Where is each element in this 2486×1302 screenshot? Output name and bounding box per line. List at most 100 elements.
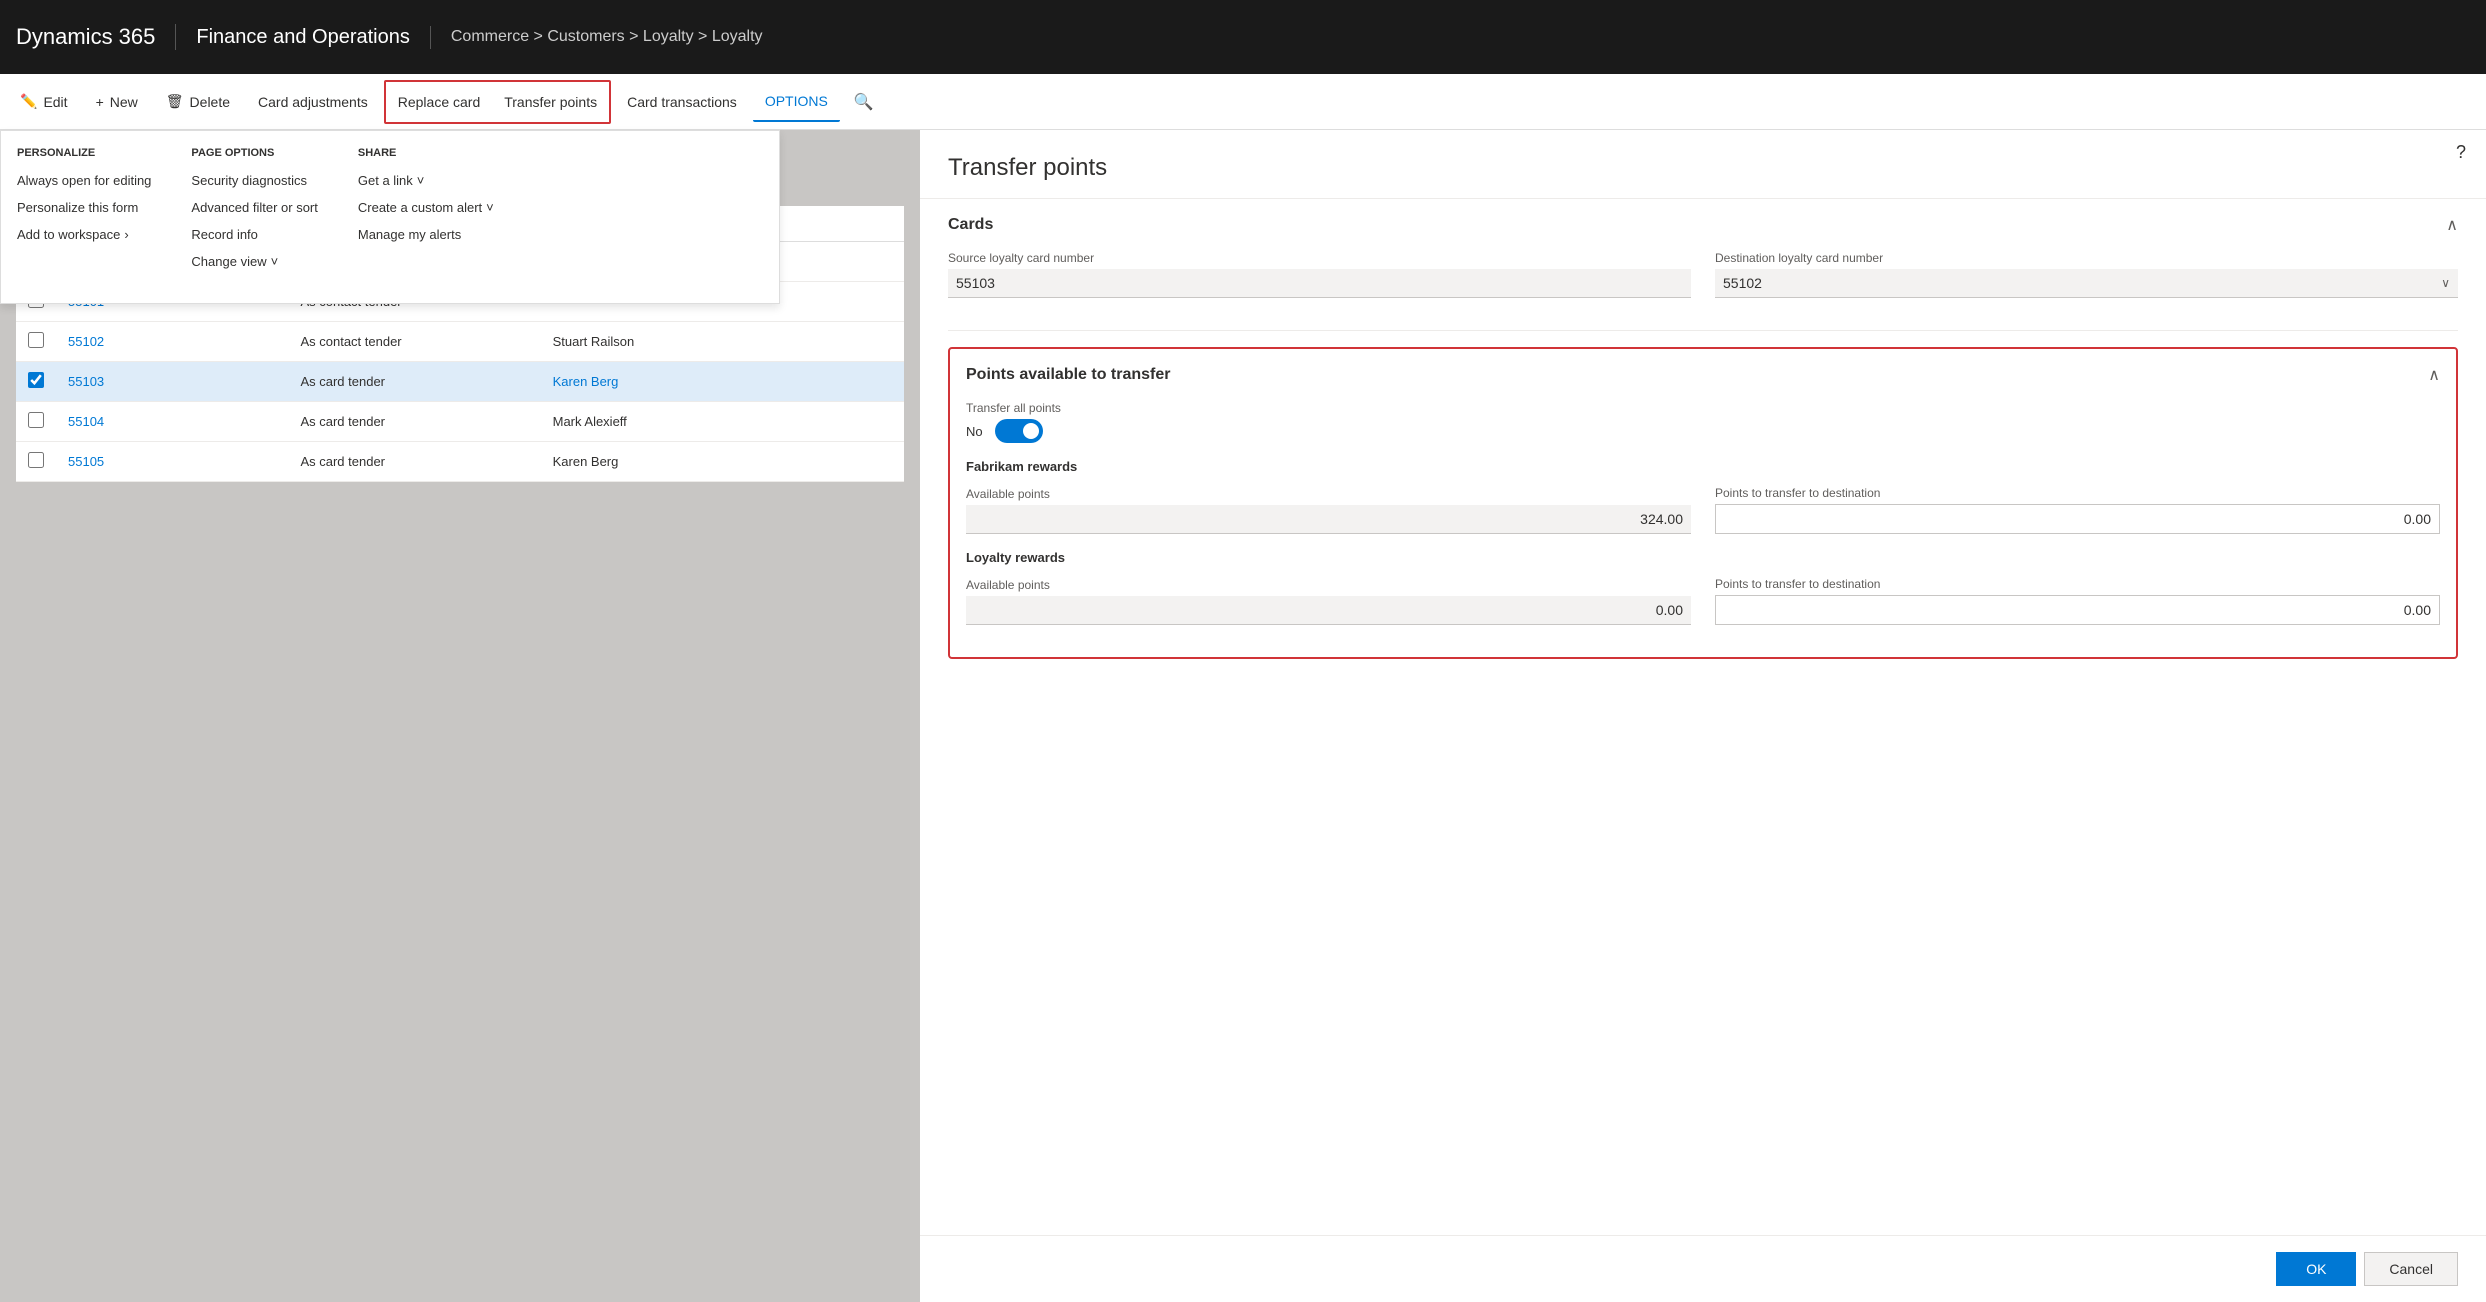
row-checkbox[interactable] bbox=[28, 452, 44, 468]
loyalty-transfer-label: Points to transfer to destination bbox=[1715, 577, 2440, 591]
cards-section-title: Cards bbox=[948, 216, 993, 234]
panel-title: Transfer points bbox=[948, 154, 2458, 182]
loyalty-transfer-input[interactable] bbox=[1715, 595, 2440, 625]
fabrikam-transfer-label: Points to transfer to destination bbox=[1715, 486, 2440, 500]
breadcrumb: Commerce > Customers > Loyalty > Loyalty bbox=[451, 28, 763, 46]
options-label: OPTIONS bbox=[765, 93, 828, 109]
delete-icon: 🗑 bbox=[166, 93, 184, 110]
plus-icon: + bbox=[96, 94, 104, 110]
panel-footer: OK Cancel bbox=[920, 1235, 2486, 1302]
module-name: Finance and Operations bbox=[196, 26, 430, 49]
row-checkbox-cell bbox=[16, 362, 56, 402]
card-number-cell[interactable]: 55103 bbox=[56, 362, 288, 402]
card-adjustments-label: Card adjustments bbox=[258, 94, 368, 110]
advanced-filter[interactable]: Advanced filter or sort bbox=[191, 194, 317, 221]
dynamics-brand: Dynamics 365 bbox=[16, 24, 176, 50]
loyalty-available-value: 0.00 bbox=[966, 596, 1691, 625]
security-diagnostics[interactable]: Security diagnostics bbox=[191, 167, 317, 194]
card-transactions-button[interactable]: Card transactions bbox=[615, 82, 749, 122]
replace-card-button[interactable]: Replace card bbox=[386, 82, 493, 122]
loyalty-transfer-field: Points to transfer to destination bbox=[1715, 577, 2440, 625]
card-transactions-label: Card transactions bbox=[627, 94, 737, 110]
fabrikam-transfer-field: Points to transfer to destination bbox=[1715, 486, 2440, 534]
always-open-editing[interactable]: Always open for editing bbox=[17, 167, 151, 194]
search-icon: 🔍 bbox=[854, 92, 874, 112]
table-row: 55105As card tenderKaren Berg bbox=[16, 442, 904, 482]
share-section: SHARE Get a link ˅ Create a custom alert… bbox=[358, 147, 494, 275]
personalize-form[interactable]: Personalize this form bbox=[17, 194, 151, 221]
loyalty-available-field: Available points 0.00 bbox=[966, 578, 1691, 625]
chevron-down-icon: ˅ bbox=[271, 254, 279, 269]
fabrikam-rewards-title: Fabrikam rewards bbox=[966, 459, 2440, 474]
card-number-cell[interactable]: 55104 bbox=[56, 402, 288, 442]
destination-card-label: Destination loyalty card number bbox=[1715, 251, 2458, 265]
transfer-all-row: Transfer all points No bbox=[966, 401, 2440, 443]
new-button[interactable]: + New bbox=[84, 82, 150, 122]
panel-body: Cards ∧ Source loyalty card number Desti… bbox=[920, 199, 2486, 1235]
points-section-title: Points available to transfer bbox=[966, 366, 1171, 384]
toggle-state-label: No bbox=[966, 424, 983, 439]
replace-card-label: Replace card bbox=[398, 94, 481, 110]
row-checkbox-cell bbox=[16, 402, 56, 442]
options-dropdown: PERSONALIZE Always open for editing Pers… bbox=[0, 130, 780, 304]
fabrikam-available-label: Available points bbox=[966, 487, 1691, 501]
card-type-cell: As card tender bbox=[288, 402, 540, 442]
toggle-thumb bbox=[1023, 423, 1039, 439]
table-row: 55103As card tenderKaren Berg bbox=[16, 362, 904, 402]
card-number-cell[interactable]: 55102 bbox=[56, 322, 288, 362]
change-view[interactable]: Change view ˅ bbox=[191, 248, 317, 275]
delete-button[interactable]: 🗑 Delete bbox=[154, 82, 242, 122]
get-a-link[interactable]: Get a link ˅ bbox=[358, 167, 494, 194]
left-pane: LOYALTY CARDS 🔍 Card number ↑ bbox=[0, 130, 920, 1302]
row-checkbox-cell bbox=[16, 322, 56, 362]
points-collapse-button[interactable]: ∧ bbox=[2428, 365, 2440, 385]
transfer-points-button[interactable]: Transfer points bbox=[492, 82, 609, 122]
edit-button[interactable]: ✏️ Edit bbox=[8, 82, 80, 122]
destination-card-select[interactable]: 55102 55101 100002 bbox=[1715, 269, 2441, 297]
manage-alerts[interactable]: Manage my alerts bbox=[358, 221, 494, 248]
fabrikam-points-row: Available points 324.00 Points to transf… bbox=[966, 486, 2440, 534]
fabrikam-rewards-group: Fabrikam rewards Available points 324.00… bbox=[966, 459, 2440, 534]
help-button[interactable]: ? bbox=[2456, 142, 2466, 163]
source-card-label: Source loyalty card number bbox=[948, 251, 1691, 265]
card-type-cell: As contact tender bbox=[288, 322, 540, 362]
loyalty-points-row: Available points 0.00 Points to transfer… bbox=[966, 577, 2440, 625]
ok-button[interactable]: OK bbox=[2276, 1252, 2356, 1286]
record-info[interactable]: Record info bbox=[191, 221, 317, 248]
chevron-down-icon-2: ˅ bbox=[417, 173, 425, 188]
main-layout: LOYALTY CARDS 🔍 Card number ↑ bbox=[0, 130, 2486, 1302]
select-chevron-icon: ∨ bbox=[2441, 276, 2458, 290]
chevron-down-icon-3: ˅ bbox=[486, 200, 494, 215]
panel-header: Transfer points bbox=[920, 130, 2486, 199]
search-button[interactable]: 🔍 bbox=[844, 82, 884, 122]
row-checkbox[interactable] bbox=[28, 412, 44, 428]
delete-label: Delete bbox=[190, 94, 230, 110]
card-type-cell: As card tender bbox=[288, 442, 540, 482]
add-to-workspace[interactable]: Add to workspace › bbox=[17, 221, 151, 248]
replace-transfer-group: Replace card Transfer points bbox=[384, 80, 611, 124]
cards-collapse-button[interactable]: ∧ bbox=[2446, 215, 2458, 235]
personalize-title: PERSONALIZE bbox=[17, 147, 151, 159]
page-options-section: PAGE OPTIONS Security diagnostics Advanc… bbox=[191, 147, 317, 275]
points-available-section: Points available to transfer ∧ Transfer … bbox=[948, 347, 2458, 659]
loyalty-rewards-title: Loyalty rewards bbox=[966, 550, 2440, 565]
card-adjustments-button[interactable]: Card adjustments bbox=[246, 82, 380, 122]
transfer-all-toggle[interactable] bbox=[995, 419, 1043, 443]
loyalty-rewards-group: Loyalty rewards Available points 0.00 Po… bbox=[966, 550, 2440, 625]
card-fields-row: Source loyalty card number Destination l… bbox=[948, 251, 2458, 298]
row-checkbox[interactable] bbox=[28, 332, 44, 348]
customer-name-cell: Stuart Railson bbox=[541, 322, 904, 362]
options-button[interactable]: OPTIONS bbox=[753, 82, 840, 122]
destination-select-wrapper: 55102 55101 100002 ∨ bbox=[1715, 269, 2458, 298]
cancel-button[interactable]: Cancel bbox=[2364, 1252, 2458, 1286]
create-custom-alert[interactable]: Create a custom alert ˅ bbox=[358, 194, 494, 221]
row-checkbox[interactable] bbox=[28, 372, 44, 388]
card-number-cell[interactable]: 55105 bbox=[56, 442, 288, 482]
edit-label: Edit bbox=[43, 94, 67, 110]
fabrikam-transfer-input[interactable] bbox=[1715, 504, 2440, 534]
table-row: 55102As contact tenderStuart Railson bbox=[16, 322, 904, 362]
customer-name-cell: Mark Alexieff bbox=[541, 402, 904, 442]
source-card-field: Source loyalty card number bbox=[948, 251, 1691, 298]
source-card-input[interactable] bbox=[948, 269, 1691, 298]
fabrikam-available-value: 324.00 bbox=[966, 505, 1691, 534]
